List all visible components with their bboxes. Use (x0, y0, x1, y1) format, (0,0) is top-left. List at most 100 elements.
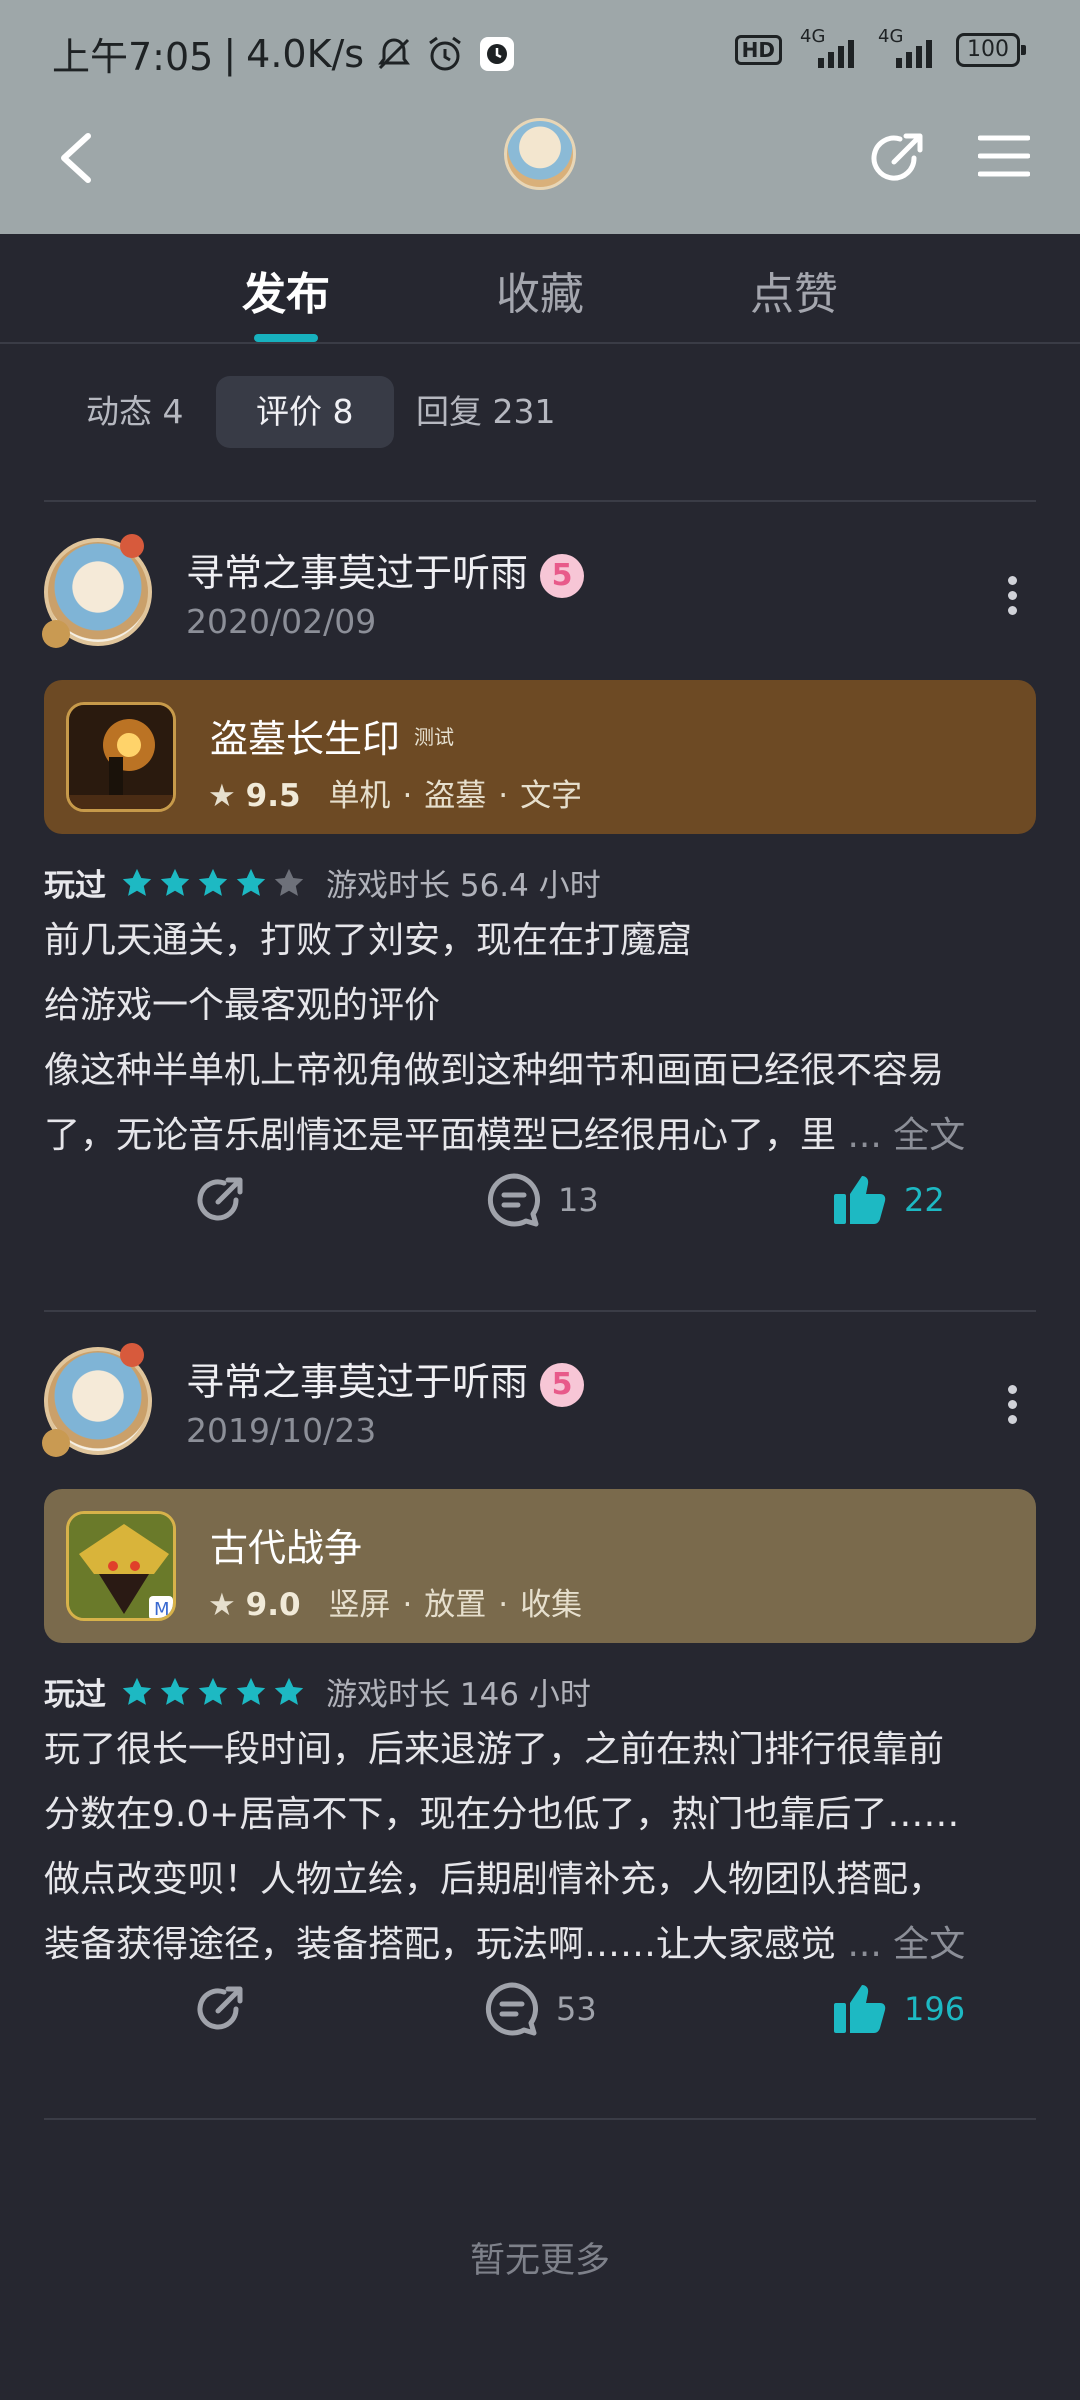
game-name-row: 古代战争 (210, 1517, 376, 1572)
star-icon: ★ (208, 778, 236, 814)
more-options-icon[interactable] (1008, 576, 1018, 616)
comment-button[interactable]: 53 (482, 1979, 597, 2039)
game-name: 古代战争 (210, 1526, 363, 1570)
tab-favorites[interactable]: 收藏 (496, 258, 584, 322)
full-text-link[interactable]: ... 全文 (847, 1924, 965, 1965)
username-row[interactable]: 寻常之事莫过于听雨 5 (186, 1351, 585, 1407)
divider (44, 1310, 1036, 1312)
comment-count: 13 (558, 1181, 599, 1219)
playtime: 游戏时长 146 小时 (326, 1677, 591, 1713)
user-avatar[interactable] (42, 1343, 152, 1457)
share-button[interactable] (190, 1170, 264, 1230)
rating-stars (120, 1675, 306, 1709)
subtab-replies[interactable]: 回复 231 (376, 376, 595, 448)
main-tabs: 发布 收藏 点赞 (0, 234, 1080, 344)
like-button[interactable]: 196 (830, 1979, 965, 2039)
status-time: 上午7:05 (52, 35, 214, 79)
subtab-reviews[interactable]: 评价 8 (216, 376, 394, 448)
rating-star-icon (160, 868, 190, 896)
tab-publish[interactable]: 发布 (242, 258, 330, 322)
playtime: 游戏时长 56.4 小时 (326, 868, 601, 904)
game-meta: ★ 9.5 单机 · 盗墓 · 文字 (208, 778, 583, 814)
share-icon (197, 1986, 243, 2030)
game-genre: 竖屏 (328, 1587, 391, 1623)
share-button[interactable] (190, 1979, 264, 2039)
username-row[interactable]: 寻常之事莫过于听雨 5 (186, 542, 585, 598)
level-badge: 5 (540, 553, 585, 598)
review-body[interactable]: 玩了很长一段时间，后来退游了，之前在热门排行很靠前 分数在9.0+居高不下，现在… (44, 1717, 1036, 1977)
review-line-last: 装备获得途径，装备搭配，玩法啊……让大家感觉 ... 全文 (44, 1924, 966, 1965)
game-genre: 文字 (520, 778, 583, 814)
status-left: 上午7:05 | 4.0K/s (52, 26, 516, 81)
level-badge: 5 (540, 1362, 585, 1407)
bell-muted-icon (378, 37, 411, 69)
game-tag: 测试 (414, 725, 455, 749)
rating-star-icon (236, 1677, 266, 1705)
user-avatar[interactable] (42, 534, 152, 648)
review-actions: 53 196 (0, 1979, 1080, 2059)
tab-likes[interactable]: 点赞 (750, 258, 838, 322)
share-icon (197, 1177, 243, 1221)
subtab-moments[interactable]: 动态 4 (46, 376, 224, 448)
rating-star-icon (274, 1677, 304, 1705)
comment-count: 53 (556, 1990, 597, 2028)
played-row: 玩过 游戏时长 146 小时 (44, 1669, 591, 1714)
profile-avatar[interactable] (504, 118, 576, 190)
review-line: 像这种半单机上帝视角做到这种细节和画面已经很不容易 (44, 1050, 945, 1091)
back-arrow-icon[interactable] (52, 128, 102, 188)
rating-stars (120, 866, 306, 900)
divider (44, 2118, 1036, 2120)
game-card[interactable]: 盗墓长生印 测试 ★ 9.5 单机 · 盗墓 · 文字 (44, 680, 1036, 834)
review-body[interactable]: 前几天通关，打败了刘安，现在在打魔窟 给游戏一个最客观的评价 像这种半单机上帝视… (44, 908, 1036, 1168)
signal-label: 4G (800, 26, 826, 47)
full-text-link[interactable]: ... 全文 (847, 1115, 965, 1156)
review-line: 做点改变呗！人物立绘，后期剧情补充，人物团队搭配， (44, 1859, 945, 1900)
game-genre: 单机 (328, 778, 391, 814)
menu-icon[interactable] (978, 132, 1030, 180)
username: 寻常之事莫过于听雨 (186, 551, 529, 595)
top-header: 上午7:05 | 4.0K/s HD 4G 4G 100 (0, 0, 1080, 234)
game-icon: M (66, 1511, 176, 1621)
game-card[interactable]: M 古代战争 ★ 9.0 竖屏 · 放置 · 收集 (44, 1489, 1036, 1643)
sub-tabs: 动态 4 评价 8 回复 231 (0, 344, 1080, 464)
like-count: 196 (904, 1990, 966, 2028)
rating-star-icon (198, 1677, 228, 1705)
rating-star-icon (274, 868, 304, 896)
nav-bar (0, 104, 1080, 234)
like-count: 22 (904, 1181, 945, 1219)
share-icon[interactable] (868, 128, 928, 188)
signal-icon-2: 4G (878, 26, 938, 68)
username: 寻常之事莫过于听雨 (186, 1360, 529, 1404)
game-name-row: 盗墓长生印 测试 (210, 708, 454, 763)
game-genre: 盗墓 (424, 778, 487, 814)
game-name: 盗墓长生印 (210, 717, 401, 761)
more-options-icon[interactable] (1008, 1385, 1018, 1425)
game-genre: 放置 (424, 1587, 487, 1623)
rating-star-icon (236, 868, 266, 896)
alarm-icon (429, 36, 461, 70)
game-genre: 收集 (520, 1587, 583, 1623)
star-icon: ★ (208, 1587, 236, 1623)
review-actions: 13 22 (0, 1170, 1080, 1250)
no-more-text: 暂无更多 (469, 2241, 610, 2281)
hd-badge: HD (734, 35, 782, 65)
status-separator: | (223, 31, 237, 76)
rating-star-icon (122, 1677, 152, 1705)
review-date: 2019/10/23 (186, 1411, 377, 1450)
battery-icon: 100 (956, 33, 1026, 67)
review-line: 玩了很长一段时间，后来退游了，之前在热门排行很靠前 (44, 1729, 945, 1770)
divider (44, 500, 1036, 502)
game-score: 9.0 (245, 1587, 301, 1623)
like-button[interactable]: 22 (830, 1170, 945, 1230)
comment-button[interactable]: 13 (484, 1170, 599, 1230)
played-row: 玩过 游戏时长 56.4 小时 (44, 860, 601, 905)
status-net-speed: 4.0K/s (246, 31, 365, 76)
game-meta: ★ 9.0 竖屏 · 放置 · 收集 (208, 1587, 583, 1623)
rating-star-icon (198, 868, 228, 896)
rating-star-icon (122, 868, 152, 896)
signal-icon: 4G (800, 26, 860, 68)
thumbs-up-icon (834, 1176, 886, 1224)
played-label: 玩过 (44, 1677, 106, 1713)
app-notification-icon (480, 36, 515, 71)
comment-icon (487, 1173, 540, 1227)
